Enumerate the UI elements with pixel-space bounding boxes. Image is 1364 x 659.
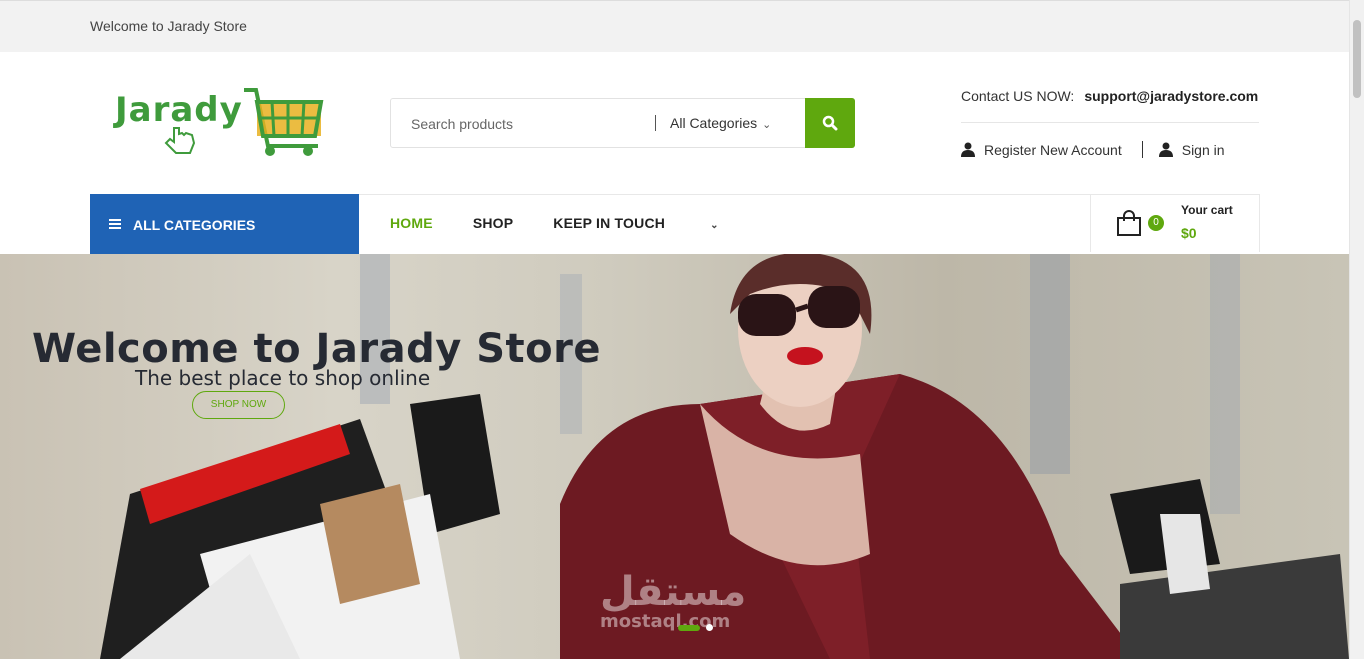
nav-keep-in-touch[interactable]: KEEP IN TOUCH ⌄ xyxy=(553,215,758,231)
nav-home[interactable]: HOME xyxy=(390,215,433,231)
account-separator xyxy=(1141,141,1143,158)
logo[interactable]: Jarady xyxy=(112,88,327,158)
chevron-down-icon: ⌄ xyxy=(710,220,719,231)
watermark-arabic: مستقل xyxy=(600,569,747,615)
shop-now-button[interactable]: SHOP NOW xyxy=(192,391,285,419)
account-links: Register New Account Sign in xyxy=(961,141,1225,158)
search-icon xyxy=(822,115,838,131)
cart-logo-icon xyxy=(164,88,324,156)
search-bar: All Categories ⌄ xyxy=(390,98,855,149)
hero-subtitle: The best place to shop online xyxy=(135,366,431,390)
welcome-text: Welcome to Jarady Store xyxy=(90,18,247,34)
cart-total: $0 xyxy=(1181,225,1197,241)
search-input[interactable] xyxy=(391,99,673,149)
divider xyxy=(961,122,1259,123)
slider-dot-active[interactable] xyxy=(678,624,700,631)
slider-dot[interactable] xyxy=(706,624,713,631)
user-icon xyxy=(1158,142,1173,157)
watermark-latin: mostaql.com xyxy=(600,611,731,632)
register-link[interactable]: Register New Account xyxy=(984,142,1122,158)
category-select[interactable]: All Categories ⌄ xyxy=(655,115,771,131)
cart-label: Your cart xyxy=(1181,203,1233,217)
watermark: مستقل mostaql.com xyxy=(600,569,746,632)
chevron-down-icon: ⌄ xyxy=(762,119,772,131)
main-menu: HOME SHOP KEEP IN TOUCH ⌄ xyxy=(390,215,799,231)
contact-info: Contact US NOW: support@jaradystore.com xyxy=(961,88,1258,104)
all-categories-label: ALL CATEGORIES xyxy=(133,217,256,233)
user-icon xyxy=(961,142,975,157)
hero-slider: Welcome to Jarady Store The best place t… xyxy=(0,254,1349,659)
nav-keep-in-touch-label: KEEP IN TOUCH xyxy=(553,215,666,231)
slider-dots xyxy=(678,624,713,631)
cart-widget[interactable]: 0 Your cart $0 xyxy=(1090,194,1260,252)
scrollbar-thumb[interactable] xyxy=(1353,20,1361,98)
scrollbar[interactable] xyxy=(1349,0,1364,659)
contact-email[interactable]: support@jaradystore.com xyxy=(1084,88,1258,104)
top-bar: Welcome to Jarady Store xyxy=(0,0,1349,52)
shopping-bag-icon xyxy=(1117,210,1141,236)
contact-label: Contact US NOW: xyxy=(961,88,1075,104)
nav-shop[interactable]: SHOP xyxy=(473,215,513,231)
cart-count-badge: 0 xyxy=(1148,215,1164,231)
signin-link[interactable]: Sign in xyxy=(1182,142,1225,158)
all-categories-button[interactable]: ALL CATEGORIES xyxy=(90,194,359,254)
search-button[interactable] xyxy=(805,98,855,148)
category-select-value: All Categories xyxy=(670,115,758,131)
hamburger-icon xyxy=(109,219,121,229)
